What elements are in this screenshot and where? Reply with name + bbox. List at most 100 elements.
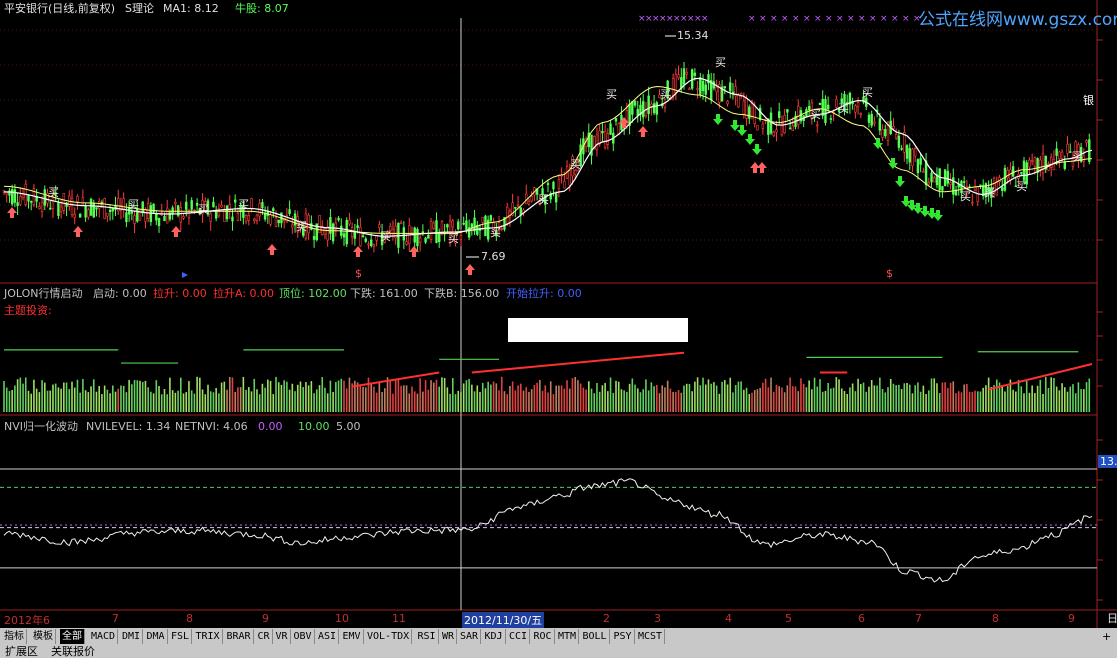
candle-body [421, 231, 425, 233]
nvi-line [3, 478, 1093, 583]
candle-body [772, 131, 775, 136]
candle-body [122, 198, 125, 210]
candle-body [1058, 151, 1061, 160]
candle-body [788, 127, 792, 130]
period-label[interactable]: 日 [1107, 612, 1117, 625]
related-quotes-tab[interactable]: 关联报价 [48, 645, 98, 658]
tab-obv[interactable]: OBV [292, 629, 315, 644]
candle-body [603, 131, 607, 148]
tab-mtm[interactable]: MTM [556, 629, 580, 644]
tab-asi[interactable]: ASI [316, 629, 340, 644]
candle-body [277, 219, 280, 224]
tab-sar[interactable]: SAR [458, 629, 482, 644]
tab-emv[interactable]: EMV [341, 629, 364, 644]
candle-body [457, 221, 460, 230]
candle-body [682, 68, 686, 85]
candle-body [288, 209, 291, 215]
candle-body [946, 171, 950, 184]
candle-body [323, 228, 327, 235]
tab-dmi[interactable]: DMI [120, 629, 144, 644]
buy-signal-label: 买 [1016, 180, 1027, 193]
buy-signal-label: 买 [660, 88, 671, 101]
x-tick-label: 2 [603, 612, 610, 625]
candle-body [641, 101, 645, 118]
candle-body [29, 200, 33, 203]
down-arrow [713, 114, 723, 125]
tab-brar[interactable]: BRAR [225, 629, 254, 644]
expand-area-tab[interactable]: 扩展区 [2, 645, 41, 658]
candle-body [38, 206, 41, 209]
tab-psy[interactable]: PSY [612, 629, 635, 644]
candle-body [378, 224, 381, 228]
tab-模板[interactable]: 模板 [31, 629, 56, 644]
candle-body [671, 78, 675, 96]
tab-mcst[interactable]: MCST [636, 629, 666, 644]
add-tab-button[interactable]: + [1102, 630, 1111, 643]
tab-全部[interactable]: 全部 [60, 629, 85, 644]
x-tick-label: 4 [725, 612, 732, 625]
candle-body [470, 223, 474, 229]
tab-vol-tdx[interactable]: VOL-TDX [365, 629, 413, 644]
tab-roc[interactable]: ROC [532, 629, 555, 644]
tab-fsl[interactable]: FSL [169, 629, 193, 644]
tab-trix[interactable]: TRIX [194, 629, 223, 644]
tab-kdj[interactable]: KDJ [483, 629, 506, 644]
nvi-level: NVILEVEL: 1.34 [86, 420, 171, 433]
tab-dma[interactable]: DMA [145, 629, 168, 644]
down-arrow [933, 210, 943, 221]
candle-body [601, 130, 604, 134]
candle-body [59, 206, 63, 212]
candle-body [157, 217, 161, 227]
indicator2-top: 顶位: 102.00 [279, 287, 347, 300]
candle-body [826, 104, 830, 110]
candle-body [1033, 157, 1037, 167]
candle-body [892, 126, 895, 129]
candle-body [856, 102, 860, 108]
candle-body [253, 218, 256, 221]
candle-body [89, 198, 93, 216]
tab-cci[interactable]: CCI [507, 629, 531, 644]
x-tick-label: 8 [992, 612, 999, 625]
candle-body [62, 192, 66, 211]
candle-body [636, 109, 639, 116]
buy-signal-label: 买 [984, 186, 995, 199]
down-arrow [730, 120, 740, 131]
dollar-marker: $ [886, 267, 893, 280]
candle-body [894, 133, 898, 139]
candle-body [527, 200, 531, 205]
buy-signal-label: 买 [128, 198, 139, 211]
candle-body [459, 235, 463, 240]
bottom-bar [0, 645, 1117, 658]
candle-body [70, 197, 74, 216]
buy-signal-label: 买 [1072, 150, 1083, 163]
watermark: 公式在线网www.gszx.com.cn [918, 10, 1117, 30]
candle-body [818, 103, 822, 105]
tab-指标[interactable]: 指标 [2, 629, 27, 644]
candle-body [481, 216, 484, 223]
theme-label: 主题投资: [4, 304, 52, 317]
candle-body [269, 214, 272, 225]
x-signal-mark: × [781, 14, 789, 24]
tab-vr[interactable]: VR [274, 629, 291, 644]
ref-10: 10.00 [298, 420, 330, 433]
indicator2-fall: 下跌: 161.00 [350, 287, 418, 300]
candle-body [5, 192, 8, 195]
x-signal-mark: × [836, 14, 844, 24]
candle-body [821, 98, 824, 116]
tab-boll[interactable]: BOLL [581, 629, 610, 644]
candle-body [103, 198, 106, 219]
tab-macd[interactable]: MACD [89, 629, 119, 644]
candle-body [753, 105, 756, 125]
candle-body [777, 111, 781, 118]
x-tick-label: 2012/11/30/五 [462, 612, 545, 628]
candle-body [927, 182, 931, 185]
candle-body [941, 186, 944, 191]
candle-body [73, 213, 76, 218]
tab-cr[interactable]: CR [256, 629, 273, 644]
candle-body [546, 183, 550, 185]
candle-body [247, 214, 250, 221]
candle-body [1055, 148, 1058, 156]
tab-wr[interactable]: WR [440, 629, 458, 644]
tab-rsi[interactable]: RSI [416, 629, 439, 644]
x-tick-label: 7 [112, 612, 119, 625]
